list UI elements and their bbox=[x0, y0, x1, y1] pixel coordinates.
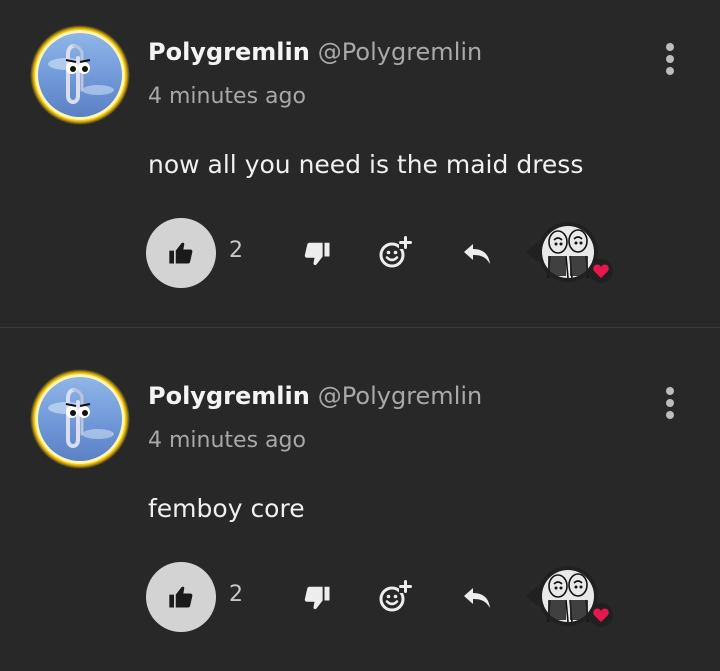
avatar[interactable] bbox=[26, 24, 134, 126]
like-count: 2 bbox=[229, 238, 243, 263]
reply-icon bbox=[464, 588, 490, 608]
comment-divider bbox=[0, 327, 720, 328]
comment-text: now all you need is the maid dress bbox=[148, 150, 584, 179]
comment: Polygremlin @Polygremlin 4 minutes ago fe… bbox=[0, 344, 720, 664]
thumbs-up-icon bbox=[169, 242, 193, 264]
reply-icon bbox=[464, 244, 490, 264]
thumbs-up-icon bbox=[169, 586, 193, 608]
comment-actions: 2 bbox=[0, 218, 720, 290]
like-button[interactable] bbox=[146, 218, 216, 288]
thumbs-down-icon bbox=[304, 242, 330, 266]
creator-heart-badge bbox=[520, 218, 620, 290]
creator-avatar bbox=[526, 566, 613, 627]
add-emoji-icon bbox=[379, 580, 412, 612]
like-button[interactable] bbox=[146, 562, 216, 632]
comment-timestamp: 4 minutes ago bbox=[148, 428, 306, 453]
thumbs-down-icon bbox=[304, 586, 330, 610]
comment-username[interactable]: Polygremlin @Polygremlin bbox=[148, 38, 482, 66]
comment-username[interactable]: Polygremlin @Polygremlin bbox=[148, 382, 482, 410]
user-handle[interactable]: @Polygremlin bbox=[318, 38, 482, 66]
add-reaction-button[interactable] bbox=[376, 235, 412, 271]
reply-button[interactable] bbox=[461, 240, 493, 268]
more-vertical-icon bbox=[666, 387, 674, 419]
comment-actions: 2 bbox=[0, 562, 720, 634]
more-options-button[interactable] bbox=[656, 40, 684, 78]
add-emoji-icon bbox=[379, 236, 412, 268]
like-count: 2 bbox=[229, 582, 243, 607]
username-text[interactable]: Polygremlin bbox=[148, 382, 310, 410]
comment: Polygremlin @Polygremlin 4 minutes ago no… bbox=[0, 0, 720, 320]
reply-button[interactable] bbox=[461, 584, 493, 612]
dislike-button[interactable] bbox=[302, 583, 332, 613]
username-text[interactable]: Polygremlin bbox=[148, 38, 310, 66]
avatar[interactable] bbox=[26, 368, 134, 470]
add-reaction-button[interactable] bbox=[376, 579, 412, 615]
creator-avatar bbox=[526, 222, 613, 283]
creator-heart-badge bbox=[520, 562, 620, 634]
user-handle[interactable]: @Polygremlin bbox=[318, 382, 482, 410]
more-options-button[interactable] bbox=[656, 384, 684, 422]
avatar-image bbox=[30, 25, 130, 125]
comment-text: femboy core bbox=[148, 494, 305, 523]
comment-timestamp: 4 minutes ago bbox=[148, 84, 306, 109]
dislike-button[interactable] bbox=[302, 239, 332, 269]
more-vertical-icon bbox=[666, 43, 674, 75]
avatar-image bbox=[30, 369, 130, 469]
